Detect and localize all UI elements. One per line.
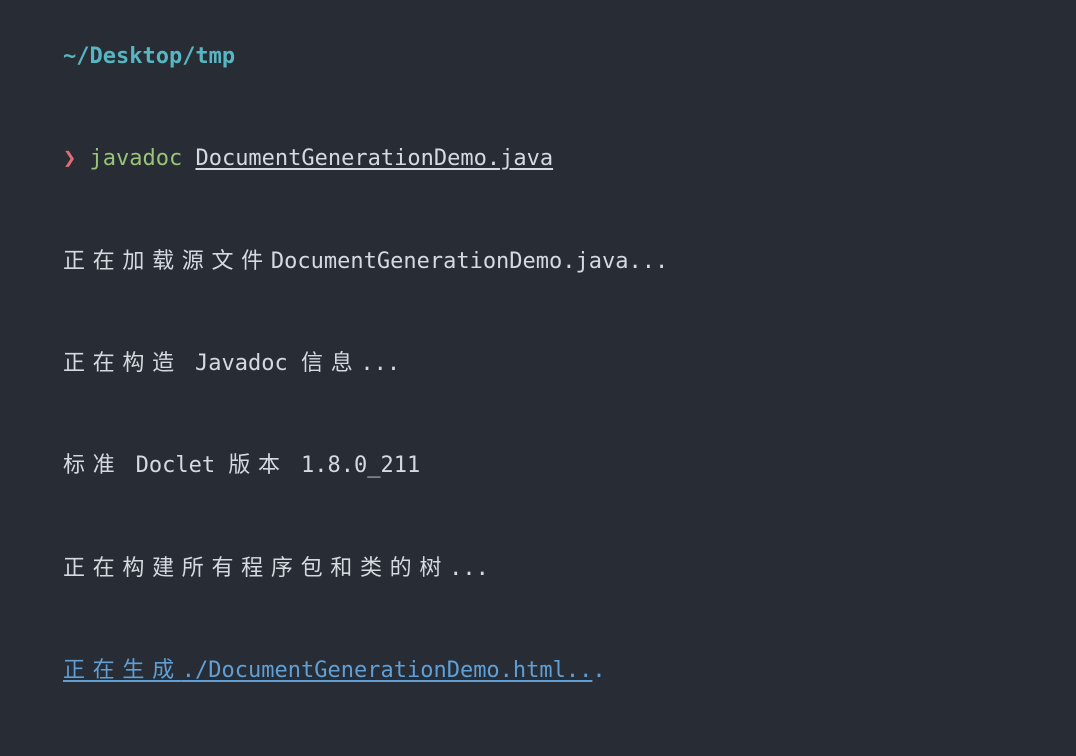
output-text: 正在生成 [63,658,182,683]
generated-file-link[interactable]: ./DocumentGenerationDemo.html.. [182,658,593,683]
terminal-window[interactable]: ~/Desktop/tmp ❯ javadoc DocumentGenerati… [0,0,1076,756]
output-text: 信息 [301,351,360,376]
prompt-symbol: ❯ [63,146,76,171]
output-line: 正在加载源文件DocumentGenerationDemo.java... [10,211,1066,313]
output-text: . [592,658,605,683]
output-line: 标准 Doclet 版本 1.8.0_211 [10,415,1066,517]
output-text: ... [449,556,489,581]
output-text: 标准 [63,453,122,478]
output-text: 正在加载源文件 [63,249,271,274]
output-text: Doclet [122,453,228,478]
output-text: 版本 [228,453,287,478]
cwd-line: ~/Desktop/tmp [10,6,1066,108]
output-text: 1.8.0_211 [288,453,420,478]
output-link-line[interactable]: 正在生成./DocumentGenerationDemo.html... [10,620,1066,722]
command-argument: DocumentGenerationDemo.java [195,146,553,171]
output-text: Javadoc [182,351,301,376]
command: javadoc [89,146,182,171]
output-text: DocumentGenerationDemo.java... [271,249,668,274]
space [76,146,89,171]
output-line: 正在构造 Javadoc 信息... [10,313,1066,415]
output-text: 正在构造 [63,351,182,376]
command-line[interactable]: ❯ javadoc DocumentGenerationDemo.java [10,108,1066,210]
space [182,146,195,171]
output-line: 正在生成./package-frame.html... [10,722,1066,756]
output-text: 正在构建所有程序包和类的树 [63,556,449,581]
output-line: 正在构建所有程序包和类的树... [10,517,1066,619]
output-text: ... [360,351,400,376]
cwd-path: ~/Desktop/tmp [63,44,235,69]
